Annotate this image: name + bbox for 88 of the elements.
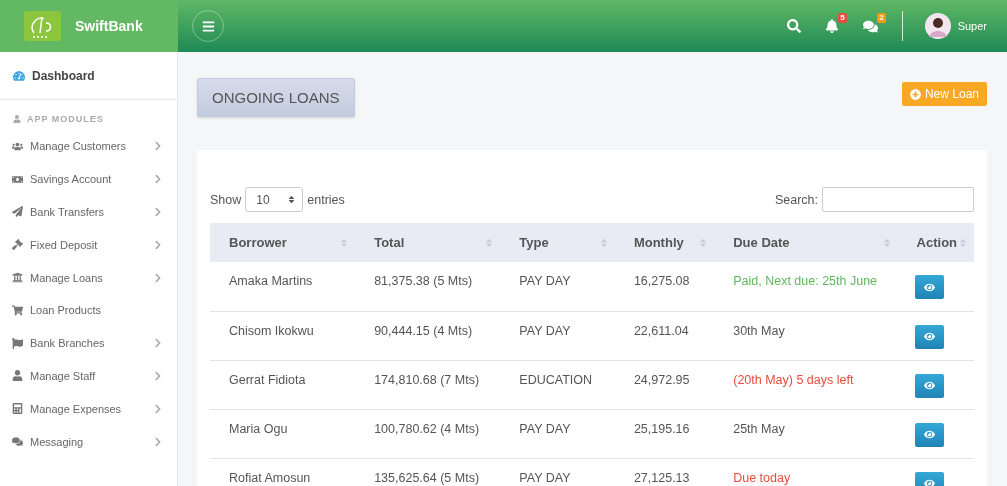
due-date-cell: 25th May (714, 409, 898, 458)
table-cell: PAY DAY (500, 262, 615, 311)
sort-icon (958, 237, 968, 248)
sort-icon (698, 237, 709, 248)
user-icon (12, 370, 23, 382)
table-cell: Chisom Ikokwu (210, 311, 356, 360)
search-field[interactable] (822, 187, 974, 212)
plus-icon (909, 88, 921, 100)
flag-icon (12, 337, 23, 349)
entries-label: entries (307, 192, 345, 207)
sort-icon (339, 237, 350, 248)
chat-icon[interactable] (862, 18, 878, 34)
sidebar-item[interactable]: Manage Expenses (0, 392, 177, 426)
sidebar-item[interactable]: Messaging (0, 425, 177, 458)
view-button[interactable] (914, 275, 944, 299)
table-cell: PAY DAY (500, 458, 615, 486)
due-date-cell: (20th May) 5 days left (714, 360, 898, 409)
eye-icon (923, 281, 935, 293)
logo (24, 11, 61, 41)
user-name[interactable]: Super (957, 20, 987, 32)
table-cell: Maria Ogu (210, 409, 356, 458)
eye-icon (923, 429, 935, 440)
sort-icon (881, 237, 892, 248)
table-cell: 174,810.68 (7 Mts) (355, 360, 501, 409)
brand-name: SwiftBank (75, 18, 143, 34)
sidebar-item[interactable]: Savings Account (0, 162, 177, 196)
table-cell: 90,444.15 (4 Mts) (355, 311, 501, 360)
eye-icon (923, 331, 935, 342)
menu-icon (201, 19, 215, 33)
table-cell: Gerrat Fidiota (210, 360, 356, 409)
due-date-cell: Due today (714, 458, 898, 486)
table-cell: 27,125.13 (614, 458, 715, 486)
sidebar-item[interactable]: Manage Loans (0, 261, 177, 294)
page-size-select[interactable]: 10 (245, 187, 304, 212)
sidebar-item[interactable]: Fixed Deposit (0, 228, 177, 262)
view-button[interactable] (914, 422, 944, 447)
sidebar-item[interactable]: Bank Transfers (0, 195, 177, 229)
avatar[interactable] (924, 13, 951, 39)
table-cell: 24,972.95 (614, 360, 715, 409)
view-button[interactable] (914, 373, 944, 398)
user-icon (13, 115, 21, 123)
bank-icon (12, 272, 23, 284)
column-header[interactable]: Total (355, 223, 501, 262)
table-cell: Rofiat Amosun (210, 458, 356, 486)
hammer-icon (12, 239, 23, 251)
paper-plane-icon (12, 206, 23, 218)
table-cell: 22,611.04 (614, 311, 715, 360)
search-icon[interactable] (786, 19, 801, 33)
table-cell: 25,195.16 (614, 409, 715, 458)
view-button[interactable] (914, 324, 944, 349)
table-cell: 100,780.62 (4 Mts) (355, 409, 501, 458)
sort-icon (598, 237, 609, 248)
bell-icon[interactable] (824, 19, 839, 33)
table-cell: PAY DAY (500, 409, 615, 458)
column-header[interactable]: Action (897, 223, 974, 262)
column-header[interactable]: Due Date (714, 223, 898, 262)
sidebar-item[interactable]: Manage Staff (0, 359, 177, 393)
calculator-icon (12, 403, 23, 415)
eye-icon (923, 478, 935, 486)
table-cell: 135,625.64 (5 Mts) (355, 458, 501, 486)
notification-count: 5 (838, 13, 847, 23)
table-cell: PAY DAY (500, 311, 615, 360)
sort-icon (484, 237, 495, 248)
table-cell: 16,275.08 (614, 262, 715, 311)
chat-icon (12, 436, 23, 448)
users-icon (12, 140, 23, 152)
table-cell: Amaka Martins (210, 262, 356, 311)
sort-icon (287, 195, 297, 204)
cash-icon (12, 173, 23, 185)
column-header[interactable]: Type (500, 223, 615, 262)
dashboard-icon (13, 69, 25, 82)
page-title: ONGOING LOANS (197, 78, 355, 117)
sidebar-item[interactable]: Manage Customers (0, 130, 177, 163)
column-header[interactable]: Monthly (614, 223, 715, 262)
show-label: Show (210, 192, 242, 207)
table-cell: 81,375.38 (5 Mts) (355, 262, 501, 311)
due-date-cell: 30th May (714, 311, 898, 360)
eye-icon (923, 380, 935, 391)
column-header[interactable]: Borrower (210, 223, 356, 262)
section-heading: APP MODULES (27, 114, 104, 124)
sidebar-item[interactable]: Loan Products (0, 294, 177, 327)
search-label: Search: (774, 192, 818, 207)
table-cell: EDUCATION (500, 360, 615, 409)
sidebar-item[interactable]: Dashboard (0, 52, 177, 100)
sidebar-item[interactable]: Bank Branches (0, 326, 177, 360)
due-date-cell: Paid, Next due: 25th June (714, 262, 898, 311)
cart-icon (12, 304, 23, 316)
message-count: 2 (877, 12, 886, 23)
